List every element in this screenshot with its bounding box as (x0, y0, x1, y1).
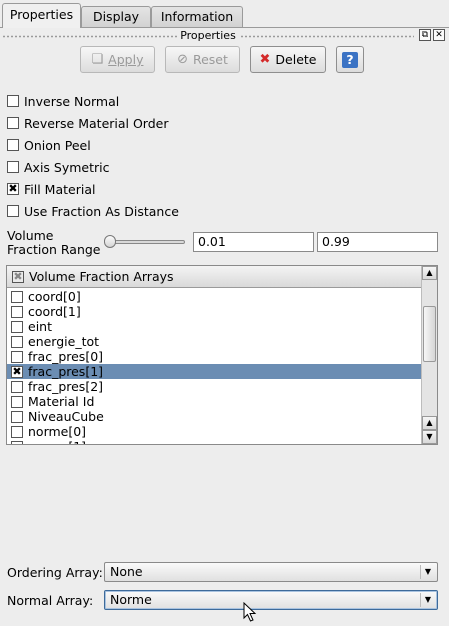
float-window-icon[interactable]: ⧉ (419, 29, 431, 41)
list-item-label: frac_pres[1] (28, 364, 104, 379)
vertical-scrollbar[interactable]: ▲ ▲ ▼ (421, 266, 437, 444)
reset-icon: ⊘ (177, 52, 188, 67)
label-line: Fraction Range (7, 242, 101, 257)
volume-fraction-slider-track[interactable] (110, 240, 185, 244)
list-item-label: energie_tot (28, 334, 100, 349)
label-line: Volume (7, 228, 54, 243)
list-item-label: norme[0] (28, 424, 87, 439)
volume-fraction-min-input[interactable]: 0.01 (193, 232, 314, 252)
list-item-label: norme[1] (28, 439, 86, 444)
list-item[interactable]: coord[1] (7, 304, 421, 319)
tab-display[interactable]: Display (81, 6, 151, 27)
ordering-array-label: Ordering Array: (7, 565, 103, 580)
list-item[interactable]: norme[1] (7, 439, 421, 444)
delete-label: Delete (275, 52, 317, 67)
list-header-label: Volume Fraction Arrays (29, 269, 174, 284)
tab-label: Information (160, 9, 234, 24)
checkbox-box[interactable] (7, 95, 19, 107)
delete-button[interactable]: ✖ Delete (250, 46, 326, 73)
list-item-label: Material Id (28, 394, 95, 409)
checkbox-box[interactable] (7, 117, 19, 129)
onion-peel-checkbox[interactable]: Onion Peel (7, 137, 91, 153)
list-item[interactable]: norme[0] (7, 424, 421, 439)
checkbox-label: Inverse Normal (24, 93, 120, 109)
apply-button[interactable]: ❏ Apply (80, 46, 155, 73)
volume-fraction-slider-handle[interactable] (104, 235, 116, 248)
list-item[interactable]: frac_pres[2] (7, 379, 421, 394)
scroll-down-icon[interactable]: ▲ (422, 416, 437, 430)
volume-fraction-range-label: Volume Fraction Range (7, 229, 101, 257)
checked-icon[interactable]: ✖ (7, 183, 19, 195)
tab-label: Properties (9, 7, 74, 22)
scroll-down-icon[interactable]: ▼ (422, 430, 437, 444)
list-item[interactable]: ✖ frac_pres[1] (7, 364, 421, 379)
dock-title-bar[interactable]: Properties ⧉ ✕ (0, 29, 449, 43)
scrollbar-thumb[interactable] (423, 306, 436, 362)
list-item[interactable]: energie_tot (7, 334, 421, 349)
checkbox-box[interactable] (11, 425, 23, 438)
fill-material-checkbox[interactable]: ✖ Fill Material (7, 181, 95, 197)
mouse-pointer-icon (243, 602, 257, 622)
inverse-normal-checkbox[interactable]: Inverse Normal (7, 93, 119, 109)
list-item[interactable]: frac_pres[0] (7, 349, 421, 364)
normal-array-label: Normal Array: (7, 593, 94, 608)
tab-bar: Properties Display Information (0, 0, 449, 28)
close-icon[interactable]: ✕ (433, 29, 445, 41)
checkbox-box[interactable] (11, 290, 23, 303)
list-item-label: frac_pres[0] (28, 349, 104, 364)
checkbox-box[interactable] (11, 305, 23, 318)
checkbox-box[interactable] (11, 350, 23, 363)
reset-label: Reset (192, 52, 228, 67)
list-item-label: coord[1] (28, 304, 81, 319)
checkbox-box[interactable] (7, 205, 19, 217)
tab-label: Display (92, 9, 140, 24)
help-button[interactable]: ? (336, 46, 364, 73)
normal-array-select[interactable]: Norme ▼ (104, 590, 438, 610)
list-item[interactable]: Material Id (7, 394, 421, 409)
list-item-label: frac_pres[2] (28, 379, 104, 394)
checkbox-box[interactable] (7, 161, 19, 173)
checkbox-box[interactable] (11, 320, 23, 333)
ordering-array-select[interactable]: None ▼ (104, 562, 438, 582)
checkbox-box[interactable] (11, 410, 23, 423)
checkbox-label: Fill Material (24, 181, 96, 197)
apply-icon: ❏ (91, 52, 104, 67)
apply-label: Apply (108, 52, 144, 67)
header-checkbox[interactable]: ✖ (12, 270, 24, 283)
checkbox-box[interactable] (11, 380, 23, 393)
use-fraction-as-distance-checkbox[interactable]: Use Fraction As Distance (7, 203, 179, 219)
tab-information[interactable]: Information (151, 6, 243, 27)
chevron-down-icon: ▼ (420, 593, 435, 607)
delete-icon: ✖ (259, 52, 271, 67)
list-item[interactable]: eint (7, 319, 421, 334)
tab-properties[interactable]: Properties (2, 3, 81, 28)
checkbox-label: Use Fraction As Distance (24, 203, 179, 219)
axis-symetric-checkbox[interactable]: Axis Symetric (7, 159, 110, 175)
reverse-material-order-checkbox[interactable]: Reverse Material Order (7, 115, 169, 131)
checkbox-label: Reverse Material Order (24, 115, 169, 131)
chevron-down-icon: ▼ (420, 565, 435, 579)
list-item-label: NiveauCube (28, 409, 104, 424)
dock-grip-right (240, 35, 414, 38)
select-value: Norme (110, 592, 152, 607)
checkbox-box[interactable] (11, 335, 23, 348)
reset-button[interactable]: ⊘ Reset (165, 46, 240, 73)
list-header[interactable]: ✖ Volume Fraction Arrays (7, 266, 421, 288)
checkbox-box[interactable] (11, 395, 23, 408)
select-value: None (110, 564, 143, 579)
checkbox-box[interactable] (11, 440, 23, 444)
list-item-label: coord[0] (28, 289, 81, 304)
volume-fraction-arrays-list[interactable]: ✖ Volume Fraction Arrays coord[0] coord[1… (6, 265, 438, 445)
list-body: coord[0] coord[1] eint energie_tot frac_pres… (7, 289, 421, 444)
list-item-label: eint (28, 319, 52, 334)
checkbox-box[interactable] (7, 139, 19, 151)
help-icon: ? (342, 51, 358, 68)
checked-icon[interactable]: ✖ (11, 365, 23, 378)
volume-fraction-max-input[interactable]: 0.99 (317, 232, 438, 252)
list-item[interactable]: coord[0] (7, 289, 421, 304)
list-item[interactable]: NiveauCube (7, 409, 421, 424)
checkbox-label: Onion Peel (24, 137, 91, 153)
scroll-up-icon[interactable]: ▲ (422, 266, 437, 280)
checkbox-label: Axis Symetric (24, 159, 110, 175)
